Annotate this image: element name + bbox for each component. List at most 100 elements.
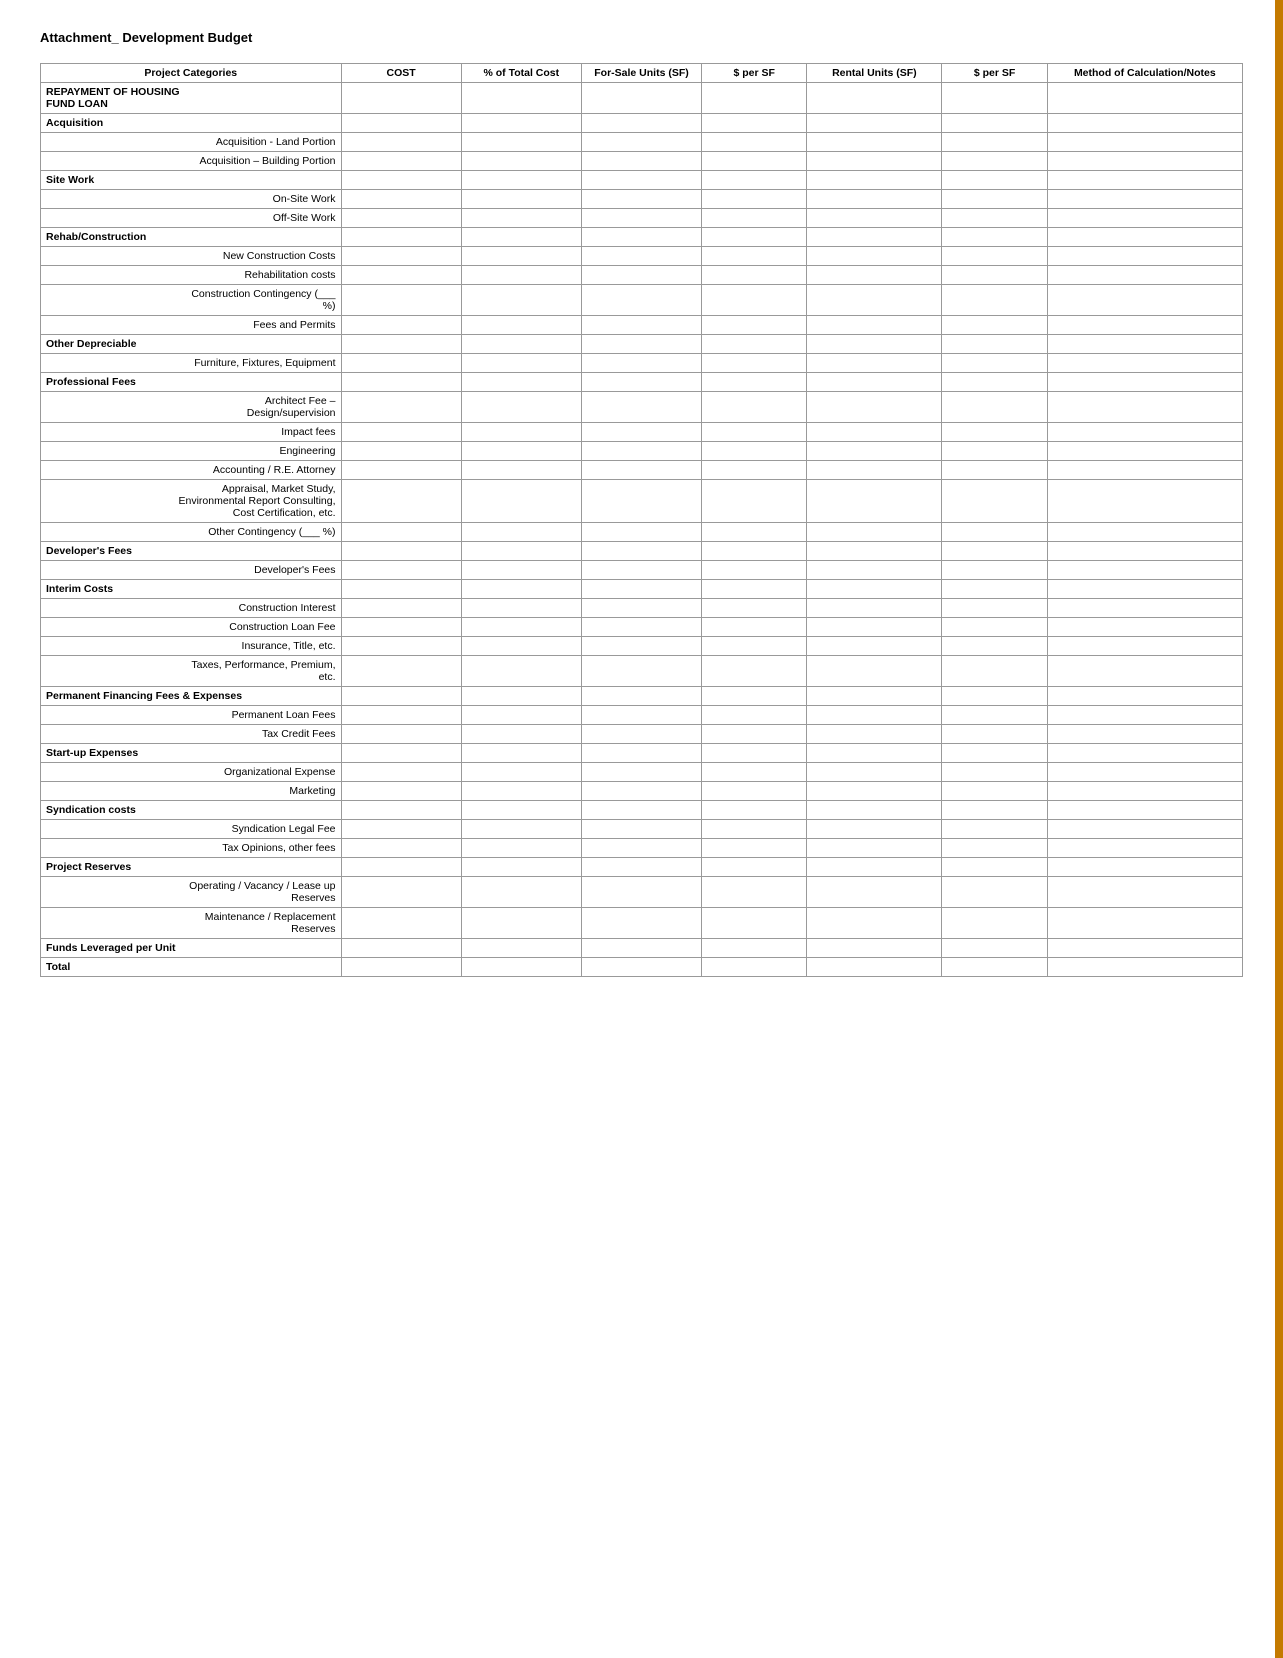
empty-cell [581,247,701,266]
empty-cell [581,580,701,599]
empty-cell [341,908,461,939]
empty-cell [702,316,807,335]
empty-cell [581,908,701,939]
row-label: Organizational Expense [41,763,342,782]
data-row: Other Contingency (___ %) [41,523,1243,542]
empty-cell [581,480,701,523]
data-row: Tax Opinions, other fees [41,839,1243,858]
empty-cell [807,354,942,373]
footer-row-1: Total [41,958,1243,977]
empty-cell [807,820,942,839]
empty-cell [581,354,701,373]
empty-cell [1047,335,1242,354]
empty-cell [341,801,461,820]
empty-cell [461,958,581,977]
empty-cell [461,656,581,687]
empty-cell [702,877,807,908]
empty-cell [942,423,1047,442]
empty-cell [581,939,701,958]
empty-cell [461,618,581,637]
data-row: Operating / Vacancy / Lease upReserves [41,877,1243,908]
data-row: Accounting / R.E. Attorney [41,461,1243,480]
empty-cell [1047,820,1242,839]
empty-cell [581,316,701,335]
footer-row-0: Funds Leveraged per Unit [41,939,1243,958]
empty-cell [341,782,461,801]
empty-cell [702,858,807,877]
empty-cell [1047,637,1242,656]
empty-cell [942,637,1047,656]
empty-cell [702,335,807,354]
data-row: On-Site Work [41,190,1243,209]
empty-cell [461,190,581,209]
empty-cell [1047,152,1242,171]
header-project-categories: Project Categories [41,64,342,83]
empty-cell [581,285,701,316]
empty-cell [1047,171,1242,190]
empty-cell [942,839,1047,858]
empty-cell [807,114,942,133]
section-1: Acquisition [41,114,1243,133]
empty-cell [942,285,1047,316]
empty-cell [1047,744,1242,763]
row-label: Furniture, Fixtures, Equipment [41,354,342,373]
empty-cell [807,725,942,744]
empty-cell [942,247,1047,266]
empty-cell [1047,858,1242,877]
empty-cell [942,725,1047,744]
empty-cell [581,725,701,744]
empty-cell [942,687,1047,706]
empty-cell [1047,725,1242,744]
empty-cell [942,580,1047,599]
empty-cell [461,114,581,133]
empty-cell [702,523,807,542]
empty-cell [1047,656,1242,687]
empty-cell [807,266,942,285]
empty-cell [807,335,942,354]
section-label-1: Acquisition [41,114,342,133]
empty-cell [702,542,807,561]
empty-cell [581,763,701,782]
empty-cell [341,171,461,190]
empty-cell [1047,523,1242,542]
empty-cell [461,908,581,939]
empty-cell [1047,706,1242,725]
empty-cell [341,228,461,247]
empty-cell [1047,392,1242,423]
row-label: New Construction Costs [41,247,342,266]
empty-cell [581,133,701,152]
empty-cell [702,618,807,637]
empty-cell [807,373,942,392]
row-label: Impact fees [41,423,342,442]
section-label-6: Developer's Fees [41,542,342,561]
empty-cell [807,877,942,908]
header-method: Method of Calculation/Notes [1047,64,1242,83]
empty-cell [341,114,461,133]
section-3: Rehab/Construction [41,228,1243,247]
empty-cell [942,782,1047,801]
row-label: Operating / Vacancy / Lease upReserves [41,877,342,908]
empty-cell [942,599,1047,618]
empty-cell [702,423,807,442]
empty-cell [942,523,1047,542]
header-cost: COST [341,64,461,83]
empty-cell [942,171,1047,190]
empty-cell [581,561,701,580]
empty-cell [461,687,581,706]
empty-cell [807,152,942,171]
data-row: Construction Loan Fee [41,618,1243,637]
empty-cell [807,561,942,580]
empty-cell [341,744,461,763]
empty-cell [461,939,581,958]
page-container: Attachment_ Development Budget Project C… [0,0,1283,1017]
empty-cell [461,877,581,908]
empty-cell [581,599,701,618]
empty-cell [1047,580,1242,599]
empty-cell [1047,373,1242,392]
empty-cell [581,461,701,480]
empty-cell [702,656,807,687]
empty-cell [942,392,1047,423]
empty-cell [807,542,942,561]
empty-cell [942,83,1047,114]
empty-cell [461,83,581,114]
